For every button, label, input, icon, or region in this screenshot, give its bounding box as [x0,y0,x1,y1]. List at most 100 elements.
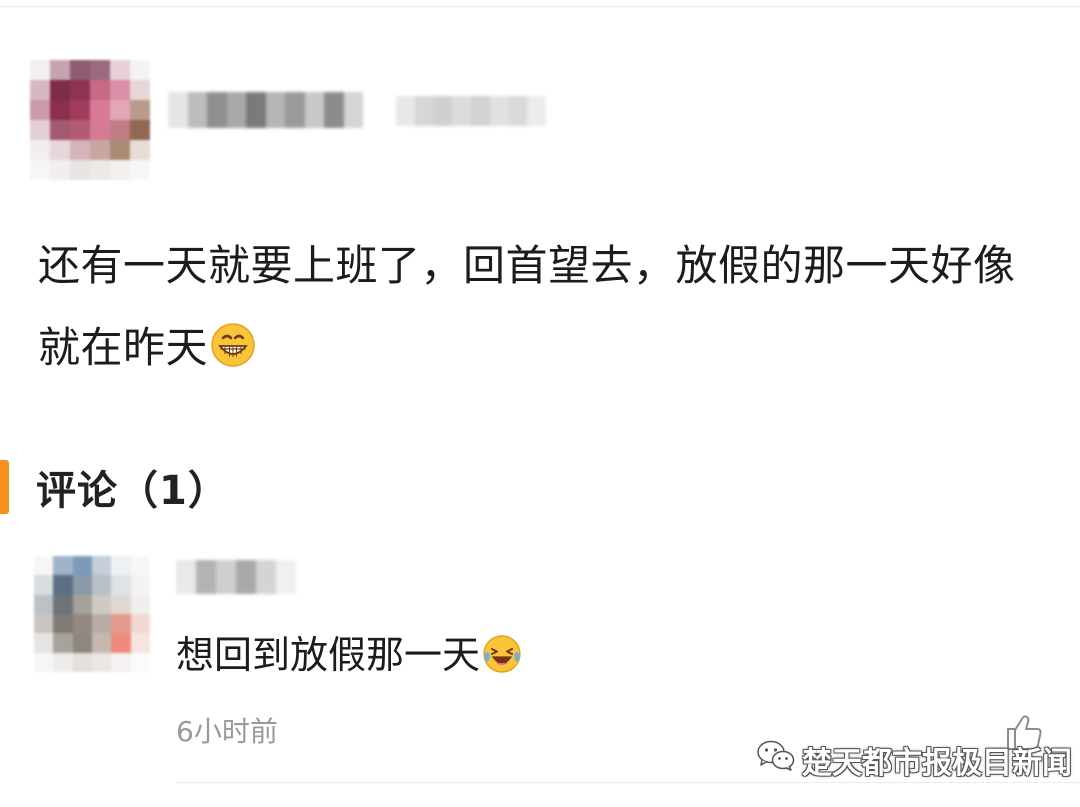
avatar-mosaic-cell [110,160,130,180]
laughing-crying-face-icon [482,634,522,683]
avatar-mosaic-cell [53,652,73,672]
avatar-mosaic-cell [30,120,50,140]
avatar-mosaic-cell [110,120,130,140]
post-text: 还有一天就要上班了，回首望去，放假的那一天好像就在昨天 [38,241,1016,372]
redaction-cell [324,92,344,128]
avatar-mosaic-cell [34,575,54,595]
avatar-mosaic-cell [130,160,150,180]
redaction-cell [168,92,188,128]
redaction-cell [196,560,216,594]
avatar-mosaic-cell [110,60,130,80]
avatar-mosaic-cell [30,60,50,80]
avatar-mosaic-cell [130,652,150,672]
redaction-cell [508,96,528,126]
redaction-cell [187,92,207,128]
avatar-mosaic-cell [72,594,92,614]
avatar-mosaic-cell [111,594,131,614]
avatar-mosaic-cell [53,613,73,634]
comment-text: 想回到放假那一天 [176,633,481,677]
redaction-cell [396,96,415,126]
comments-title: 评论（1） [36,468,229,514]
avatar-mosaic-cell [130,613,150,634]
comment-divider [176,782,1080,783]
redaction-cell [236,560,256,594]
avatar-mosaic-cell [50,160,70,180]
avatar-mosaic-cell [34,556,54,576]
avatar-mosaic-cell [90,140,110,160]
redaction-cell [489,96,509,126]
avatar-mosaic-cell [90,120,110,140]
redaction-cell [176,560,196,594]
avatar-mosaic-cell [130,633,150,653]
avatar-mosaic-cell [111,652,131,672]
avatar-mosaic-cell [130,594,150,614]
avatar-mosaic-cell [111,633,131,653]
avatar-mosaic-cell [91,652,112,672]
avatar-mosaic-cell [53,556,73,576]
avatar-mosaic-cell [130,575,150,595]
avatar-mosaic-cell [130,556,150,576]
post-meta-redacted [396,96,546,126]
avatar-mosaic-cell [72,575,92,595]
commenter-avatar[interactable] [34,556,150,672]
avatar-mosaic-cell [70,80,90,100]
avatar-mosaic-cell [130,100,150,120]
post-author-name-redacted[interactable] [168,92,363,128]
avatar-mosaic-cell [53,594,73,614]
comment-timestamp: 6小时前 [176,715,278,748]
avatar-mosaic-cell [91,613,112,634]
avatar-mosaic-cell [91,575,112,595]
avatar-mosaic-cell [50,120,70,140]
redaction-cell [304,92,324,128]
avatar-mosaic-cell [70,120,90,140]
redaction-cell [471,96,490,126]
top-divider [0,6,1080,7]
watermark-text: 楚天都市报极目新闻 [802,746,1072,781]
avatar-mosaic-cell [34,613,54,634]
section-accent-bar [0,460,9,514]
avatar-mosaic-cell [110,80,130,100]
avatar-mosaic-cell [130,140,150,160]
grinning-face-icon [210,313,256,395]
avatar-mosaic-cell [50,140,70,160]
avatar-mosaic-cell [30,160,50,180]
redaction-cell [285,92,305,128]
redaction-cell [433,96,453,126]
avatar-mosaic-cell [90,160,110,180]
avatar-mosaic-cell [34,594,54,614]
avatar-mosaic-cell [90,60,110,80]
avatar-mosaic-cell [30,140,50,160]
avatar-mosaic-cell [50,80,70,100]
avatar-mosaic-cell [130,60,150,80]
watermark: 楚天都市报极目新闻 [756,738,1072,782]
avatar-mosaic-cell [90,80,110,100]
redaction-cell [276,560,296,594]
avatar-mosaic-cell [91,594,112,614]
avatar-mosaic-cell [50,60,70,80]
avatar-mosaic-cell [30,100,50,120]
redaction-cell [527,96,546,126]
redaction-cell [246,92,266,128]
avatar-mosaic-cell [53,633,73,653]
post-author-avatar[interactable] [30,60,150,180]
wechat-icon [756,739,796,781]
avatar-mosaic-cell [110,140,130,160]
redaction-cell [414,96,434,126]
avatar-mosaic-cell [70,140,90,160]
redaction-cell [216,560,236,594]
redaction-cell [343,92,363,128]
avatar-mosaic-cell [70,100,90,120]
avatar-mosaic-cell [111,613,131,634]
avatar-mosaic-cell [34,652,54,672]
redaction-cell [452,96,471,126]
redaction-cell [207,92,227,128]
redaction-cell [226,92,246,128]
avatar-mosaic-cell [111,575,131,595]
avatar-mosaic-cell [50,100,70,120]
avatar-mosaic-cell [34,633,54,653]
avatar-mosaic-cell [72,613,92,634]
comment-body: 想回到放假那一天 [176,624,522,683]
avatar-mosaic-cell [130,80,150,100]
avatar-mosaic-cell [91,633,112,653]
commenter-name-redacted[interactable] [176,560,296,594]
